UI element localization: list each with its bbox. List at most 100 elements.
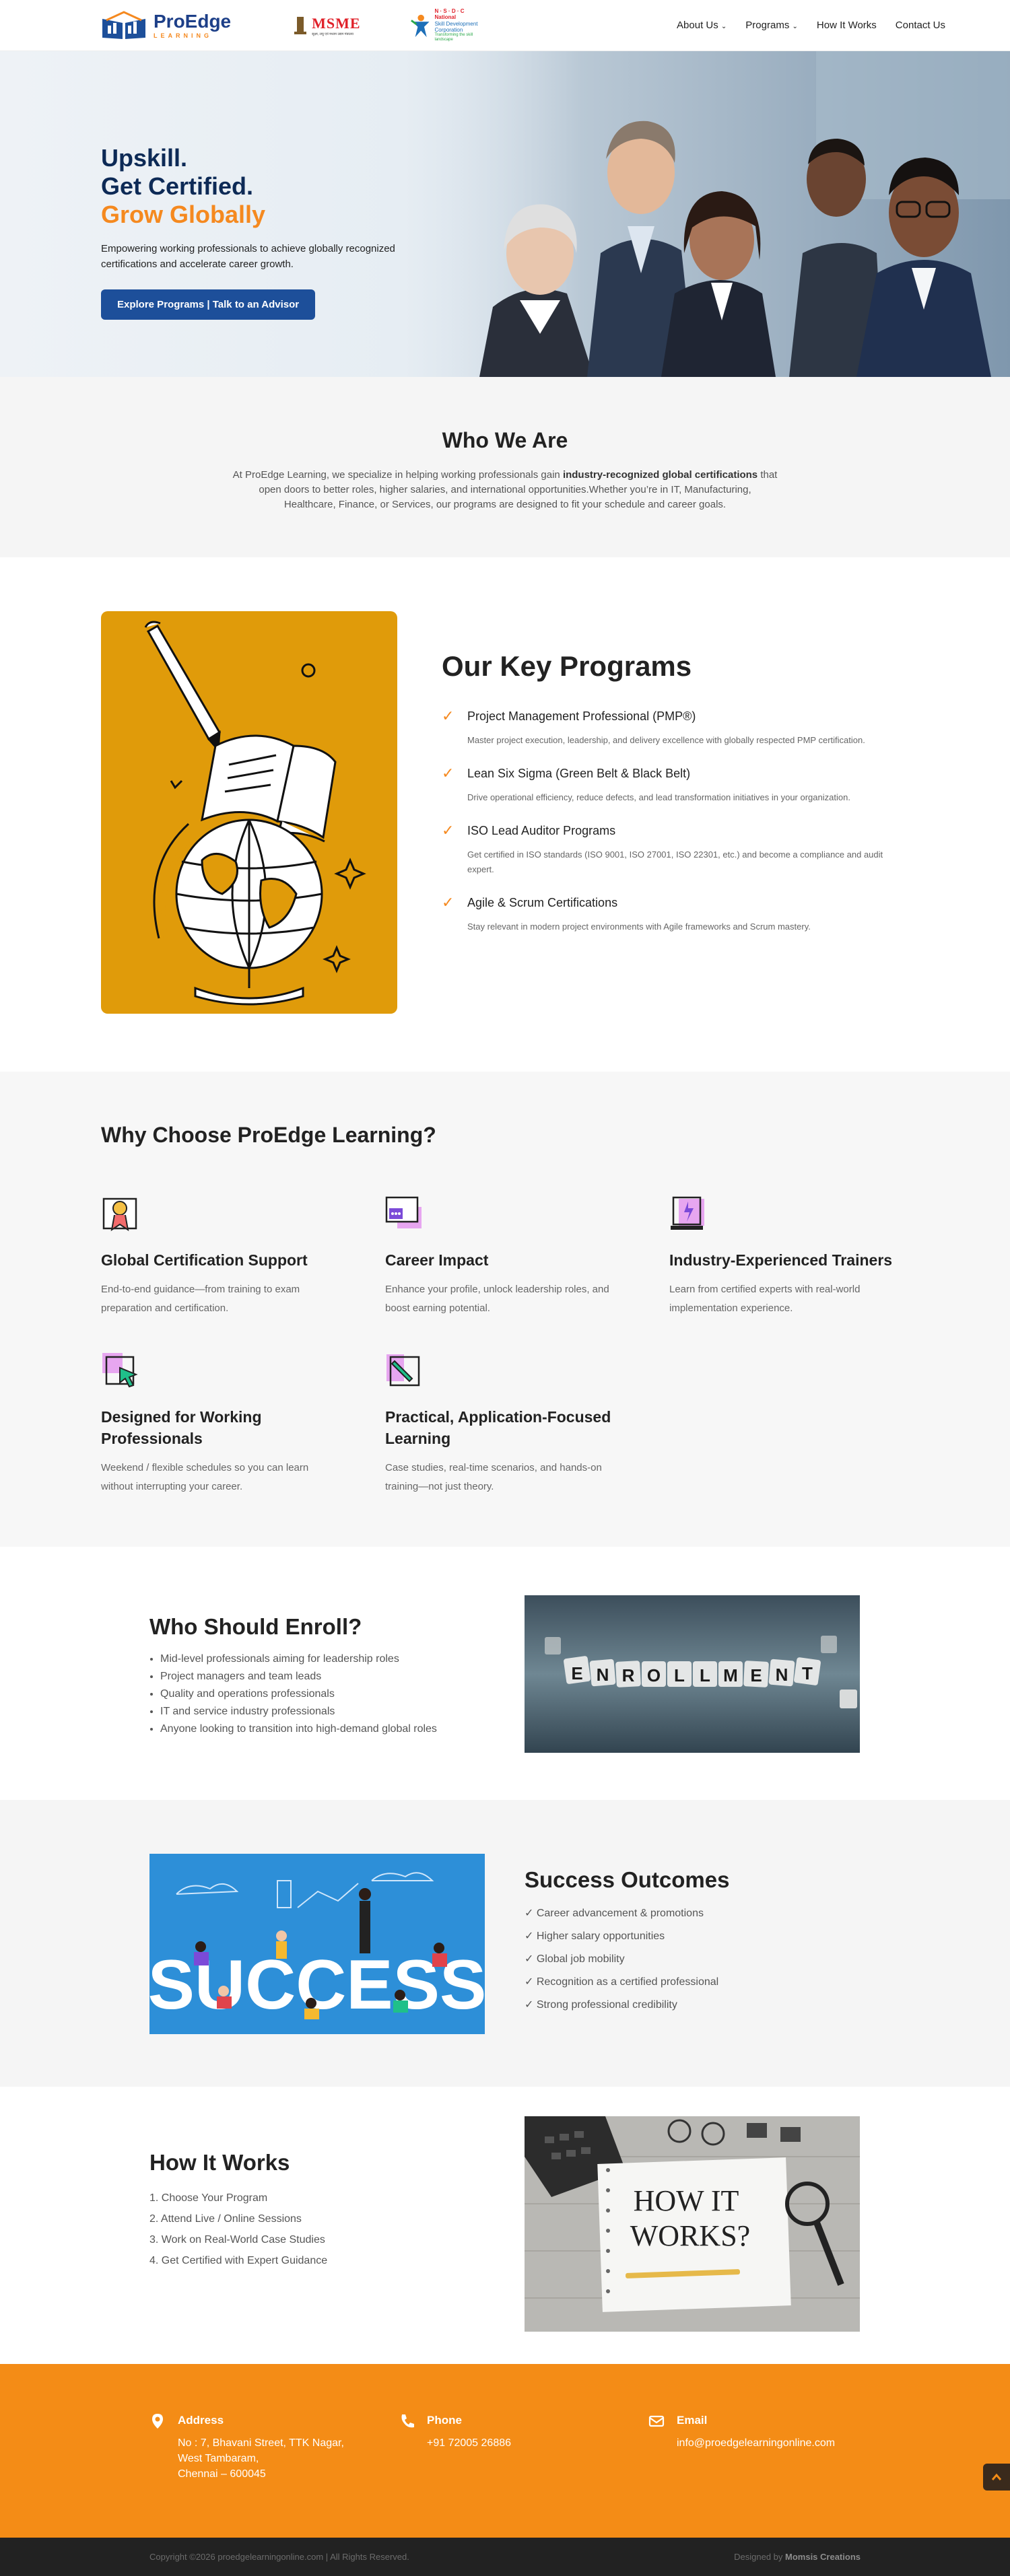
letter-cubes-icon: E N R O L L M E N T [545,1636,857,1708]
check-icon: ✓ [442,822,454,839]
phone-link[interactable]: +91 72005 26886 [427,2435,511,2451]
hero-headline-1: Upskill. [101,144,188,172]
list-item: IT and service industry professionals [160,1703,437,1720]
feature-card: Designed for Working Professionals Weeke… [101,1352,385,1496]
copyright-bar: Copyright ©2026 proedgelearningonline.co… [0,2538,1010,2576]
cube-letter: M [723,1665,738,1685]
how-title: How It Works [149,2150,290,2175]
cube-letter: N [597,1665,609,1685]
address-line: No : 7, Bhavani Street, TTK Nagar, [178,2437,344,2449]
list-item: Quality and operations professionals [160,1685,437,1703]
program-description: Drive operational efficiency, reduce def… [467,792,850,802]
how-it-works-section: How It Works 1. Choose Your Program 2. A… [0,2087,1010,2364]
nav-programs-label: Programs [745,20,790,31]
nav-about-us[interactable]: About Us ⌄ [677,20,727,31]
nsdc-figure-icon [411,14,430,37]
address-label: Address [178,2414,224,2427]
msme-logo-caption: सूक्ष्म, लघु एवं मध्यम उद्यम मंत्रालय [312,32,354,36]
nav-contact-us[interactable]: Contact Us [896,20,945,31]
program-description: Stay relevant in modern project environm… [467,921,811,932]
success-list: ✓ Career advancement & promotions ✓ High… [525,1902,729,2017]
cube-letter: E [750,1665,762,1685]
location-pin-icon [152,2414,163,2429]
list-item: 2. Attend Live / Online Sessions [149,2213,302,2225]
brand-logo[interactable]: ProEdge LEARNING [101,10,231,40]
list-item: Mid-level professionals aiming for leade… [160,1650,437,1668]
enroll-list: Mid-level professionals aiming for leade… [149,1650,437,1738]
explore-programs-button[interactable]: Explore Programs | Talk to an Advisor [101,289,316,320]
programs-list: Our Key Programs ✓ Project Management Pr… [442,650,900,934]
book-logo-icon [102,10,145,39]
program-description: Master project execution, leadership, an… [467,735,865,745]
presentation-icon [385,1196,422,1228]
feature-card: Industry-Experienced Trainers Learn from… [669,1195,953,1318]
hero-headline-2: Get Certified. [101,172,254,200]
success-people-icon: SUCCESS [149,1872,485,2024]
who-should-enroll-section: Who Should Enroll? Mid-level professiona… [0,1547,1010,1800]
who-we-are-text: At ProEdge Learning, we specialize in he… [232,468,778,512]
footer-email: Email info@proedgelearningonline.com [648,2414,835,2451]
chevron-up-icon [991,2473,1002,2480]
program-item[interactable]: ✓ ISO Lead Auditor Programs Get certified… [442,822,900,877]
programs-title: Our Key Programs [442,650,692,682]
nsdc-line-1: N · S · D · C [434,8,465,15]
list-item: Anyone looking to transition into high-d… [160,1720,437,1738]
feature-title: Practical, Application-Focused Learning [385,1408,611,1447]
who-text-bold: industry-recognized global certification… [562,469,758,481]
cube-letter: L [700,1665,710,1685]
nav-about-label: About Us [677,20,718,31]
address-line: Chennai – 600045 [178,2468,266,2480]
nsdc-line-3: Skill Development [434,20,478,27]
chevron-down-icon: ⌄ [792,23,798,30]
feature-title: Industry-Experienced Trainers [669,1251,893,1269]
success-outcomes-section: SUCCESS Success Outcomes ✓ Career advanc… [0,1800,1010,2087]
nav-programs[interactable]: Programs ⌄ [745,20,798,31]
nsdc-line-5: Transforming the skill landscape [434,32,473,42]
program-item[interactable]: ✓ Lean Six Sigma (Green Belt & Black Bel… [442,765,900,805]
list-item: 3. Work on Real-World Case Studies [149,2234,325,2246]
feature-description: End-to-end guidance—from training to exa… [101,1284,300,1314]
how-it-works-notebook-image: HOW IT WORKS? [525,2116,860,2332]
cursor-icon [102,1353,138,1388]
check-icon: ✓ [442,894,454,911]
check-icon: ✓ [442,765,454,781]
enrollment-cubes-image: E N R O L L M E N T [525,1595,860,1753]
program-item[interactable]: ✓ Agile & Scrum Certifications Stay relev… [442,894,900,934]
feature-description: Enhance your profile, unlock leadership … [385,1284,609,1314]
success-title: Success Outcomes [525,1867,730,1892]
cube-letter: L [674,1665,685,1685]
who-we-are-section: Who We Are At ProEdge Learning, we speci… [0,377,1010,557]
msme-logo: MSME सूक्ष्म, लघु एवं मध्यम उद्यम मंत्रा… [292,9,376,42]
features-grid: Global Certification Support End-to-end … [101,1195,1010,1496]
why-choose-title: Why Choose ProEdge Learning? [101,1123,436,1147]
mail-icon [648,2415,665,2427]
designer-link[interactable]: Momsis Creations [785,2552,861,2562]
feature-title: Global Certification Support [101,1251,308,1269]
nav-how-it-works[interactable]: How It Works [817,20,877,31]
hero-headline-3: Grow Globally [101,201,266,228]
copyright-text: Copyright ©2026 proedgelearningonline.co… [149,2552,409,2562]
list-item: ✓ Recognition as a certified professiona… [525,1976,719,1988]
brand-subtitle: LEARNING [154,32,212,39]
feature-description: Case studies, real-time scenarios, and h… [385,1462,602,1492]
phone-icon [401,2414,414,2428]
cube-letter: O [647,1665,661,1685]
phone-label: Phone [427,2414,462,2427]
footer-phone: Phone +91 72005 26886 [399,2414,511,2451]
nsdc-line-2: National [434,14,457,21]
feature-title: Designed for Working Professionals [101,1408,262,1447]
why-choose-section: Why Choose ProEdge Learning? Global Cert… [0,1072,1010,1547]
cube-letter: N [776,1665,788,1685]
scroll-to-top-button[interactable] [983,2464,1010,2491]
program-item[interactable]: ✓ Project Management Professional (PMP®)… [442,709,900,748]
contact-footer: Address No : 7, Bhavani Street, TTK Naga… [0,2364,1010,2538]
who-we-are-title: Who We Are [442,428,568,452]
cube-letter: R [622,1665,635,1685]
enroll-title: Who Should Enroll? [149,1614,362,1639]
main-nav: About Us ⌄ Programs ⌄ How It Works Conta… [677,20,945,31]
email-link[interactable]: info@proedgelearningonline.com [677,2435,835,2451]
cube-letter: E [571,1663,582,1683]
address-line: West Tambaram, [178,2453,259,2464]
cube-letter: T [802,1663,813,1683]
who-text-part-1: At ProEdge Learning, we specialize in he… [232,469,563,481]
